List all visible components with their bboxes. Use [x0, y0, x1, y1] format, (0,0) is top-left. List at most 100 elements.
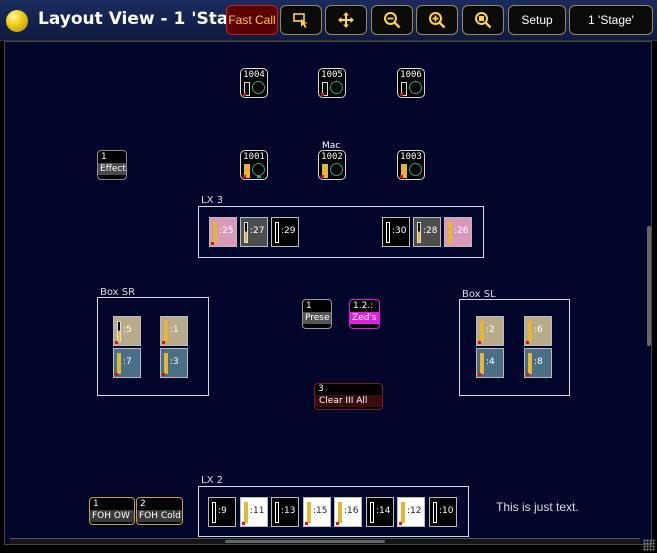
object-label: Prese: [303, 312, 331, 324]
stage-select-button[interactable]: 1 'Stage': [569, 5, 653, 35]
status-dot: [242, 522, 245, 525]
channel-2[interactable]: :2: [476, 316, 504, 346]
channel-11[interactable]: :11: [240, 497, 268, 527]
select-tool-button[interactable]: [280, 5, 322, 35]
foh-ow-object[interactable]: 1 FOH OW: [89, 497, 135, 525]
zoom-out-icon: [384, 12, 401, 29]
channel-6[interactable]: :6: [524, 316, 552, 346]
level-bar: [275, 222, 279, 243]
fixture-1003[interactable]: 1003: [397, 150, 425, 180]
group-label-lx3: LX 3: [201, 195, 223, 206]
fixture-1005[interactable]: 1005: [318, 68, 346, 98]
status-dot: [399, 522, 402, 525]
resize-grip-icon[interactable]: [643, 539, 655, 551]
foh-cold-object[interactable]: 2 FOH Cold: [136, 497, 183, 525]
object-label: Effect: [98, 163, 126, 175]
channel-29[interactable]: :29: [271, 217, 299, 247]
channel-label: :5: [123, 325, 132, 335]
channel-label: :7: [123, 357, 132, 367]
channel-14[interactable]: :14: [366, 497, 394, 527]
channel-label: :30: [392, 226, 407, 236]
channel-1[interactable]: :1: [160, 316, 188, 346]
channel-label: :28: [423, 226, 438, 236]
clear-all-object[interactable]: 3 Clear III All: [314, 383, 383, 410]
color-ring-icon: [252, 163, 265, 176]
status-dot: [305, 522, 308, 525]
zoom-fit-button[interactable]: [462, 5, 504, 35]
level-bar: [480, 321, 484, 342]
vertical-scrollbar[interactable]: [647, 226, 651, 346]
channel-10[interactable]: :10: [429, 497, 457, 527]
channel-5[interactable]: :5: [113, 316, 141, 346]
channel-28[interactable]: :28: [413, 217, 441, 247]
channel-25[interactable]: :25: [209, 217, 237, 247]
status-dot: [526, 373, 529, 376]
status-dot: [400, 93, 403, 96]
object-number: 1.2.:: [353, 301, 374, 311]
move-tool-button[interactable]: [325, 5, 367, 35]
preset-object[interactable]: 1 Prese: [302, 299, 332, 329]
setup-button[interactable]: Setup: [508, 5, 566, 35]
window-orb-icon[interactable]: [6, 10, 28, 32]
status-dot: [336, 522, 339, 525]
status-dot: [211, 242, 214, 245]
horizontal-scroll-thumb[interactable]: [225, 540, 385, 543]
channel-4[interactable]: :4: [476, 348, 504, 378]
fixture-number: 1004: [243, 70, 265, 80]
zoom-out-button[interactable]: [371, 5, 413, 35]
level-bar: [164, 353, 168, 374]
fixture-number: 1005: [321, 70, 343, 80]
object-label: FOH OW: [90, 510, 134, 522]
channel-7[interactable]: :7: [113, 348, 141, 378]
channel-label: :12: [407, 506, 422, 516]
channel-label: :6: [534, 325, 543, 335]
color-ring-icon: [330, 81, 343, 94]
channel-3[interactable]: :3: [160, 348, 188, 378]
fixture-number: 1002: [321, 152, 343, 162]
fixture-1001[interactable]: 1001: [240, 150, 268, 180]
object-number: 1: [101, 152, 107, 162]
fixture-1004[interactable]: 1004: [240, 68, 268, 98]
level-bar: [386, 222, 390, 243]
channel-label: :25: [219, 226, 234, 236]
channel-label: :27: [250, 226, 265, 236]
channel-16[interactable]: :16: [334, 497, 362, 527]
channel-30[interactable]: :30: [382, 217, 410, 247]
fixture-1002[interactable]: 1002: [318, 150, 346, 180]
level-bar: [117, 321, 121, 342]
status-dot: [321, 175, 324, 178]
status-dot: [526, 341, 529, 344]
selection-mark: [257, 176, 261, 178]
text-note: This is just text.: [496, 500, 579, 514]
level-bar: [164, 321, 168, 342]
status-dot: [115, 341, 118, 344]
fixture-number: 1006: [400, 70, 422, 80]
channel-9[interactable]: :9: [208, 497, 236, 527]
channel-26[interactable]: :26: [444, 217, 472, 247]
fixture-number: 1001: [243, 152, 265, 162]
channel-8[interactable]: :8: [524, 348, 552, 378]
channel-label: :10: [439, 506, 454, 516]
level-bar: [370, 502, 374, 523]
channel-13[interactable]: :13: [271, 497, 299, 527]
color-ring-icon: [252, 81, 265, 94]
zeds-object[interactable]: 1.2.: Zed's: [349, 299, 380, 329]
effect-object[interactable]: 1 Effect: [97, 150, 127, 180]
level-bar: [401, 502, 405, 523]
status-dot: [162, 373, 165, 376]
object-label: Zed's: [350, 312, 379, 324]
channel-label: :2: [486, 325, 495, 335]
channel-15[interactable]: :15: [303, 497, 331, 527]
channel-label: :14: [376, 506, 391, 516]
channel-27[interactable]: :27: [240, 217, 268, 247]
channel-label: :15: [313, 506, 328, 516]
group-box-sr[interactable]: [97, 297, 209, 396]
fast-call-button[interactable]: Fast Call: [226, 5, 278, 35]
zoom-in-icon: [429, 12, 446, 29]
object-number: 3: [318, 384, 324, 394]
level-bar: [275, 502, 279, 523]
fixture-1006[interactable]: 1006: [397, 68, 425, 98]
channel-12[interactable]: :12: [397, 497, 425, 527]
zoom-in-button[interactable]: [416, 5, 458, 35]
level-bar: [338, 502, 342, 523]
